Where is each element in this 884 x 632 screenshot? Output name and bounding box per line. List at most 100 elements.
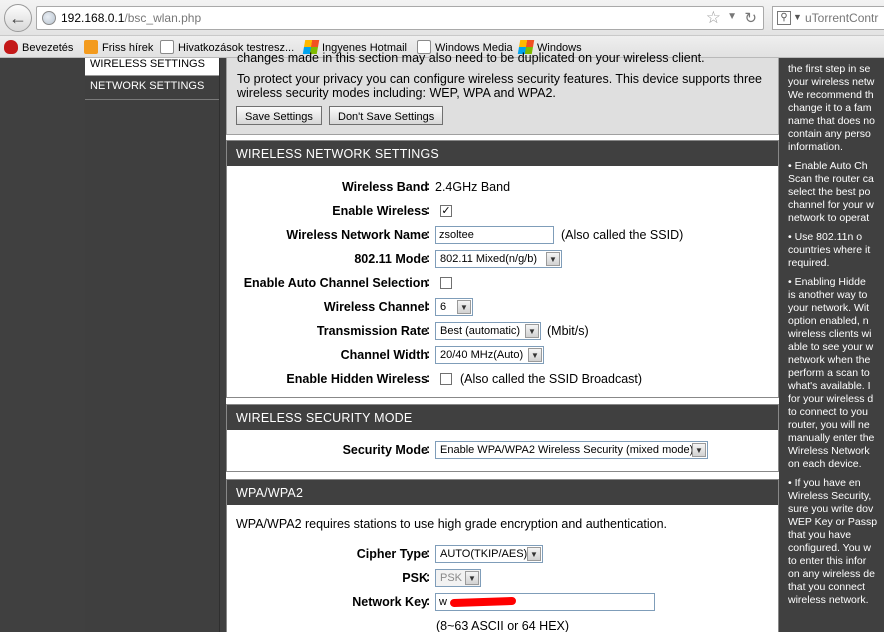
field-label: Network Key <box>352 595 428 609</box>
field-label: Channel Width <box>340 348 428 362</box>
section-title: WIRELESS NETWORK SETTINGS <box>227 141 778 166</box>
select-value: AUTO(TKIP/AES) <box>440 548 528 560</box>
bookmark-bevezetes[interactable]: Bevezetés <box>4 40 73 56</box>
field-label: Wireless Channel <box>323 300 428 314</box>
chevron-down-icon: ▼ <box>527 547 541 561</box>
main-content: changes made in this section may also ne… <box>226 51 779 632</box>
select-value: PSK <box>440 572 463 584</box>
page-icon <box>160 40 174 54</box>
psk-row: PSK : PSK ▼ <box>227 568 780 590</box>
rss-feed-icon <box>84 40 98 54</box>
field-label: Security Mode <box>342 443 428 457</box>
80211-mode-select[interactable]: 802.11 Mixed(n/g/b) ▼ <box>435 250 562 268</box>
select-value: 6 <box>440 301 447 313</box>
url-text[interactable]: 192.168.0.1/bsc_wlan.php <box>61 11 201 25</box>
channel-width-row: Channel Width : 20/40 MHz(Auto) ▼ <box>227 345 780 367</box>
back-arrow-icon[interactable]: ← <box>4 4 32 32</box>
section-title: WIRELESS SECURITY MODE <box>227 405 778 430</box>
network-key-row: Network Key : w <box>227 592 780 614</box>
auto-channel-checkbox[interactable] <box>440 277 452 289</box>
hidden-wireless-note: (Also called the SSID Broadcast) <box>460 372 643 386</box>
wireless-channel-row: Wireless Channel : 6 ▼ <box>227 297 780 319</box>
field-label: Enable Wireless <box>332 204 428 218</box>
helpful-hints-panel: the first step in se your wireless netw … <box>785 58 884 632</box>
globe-icon <box>42 11 56 25</box>
sidebar-item-wireless-settings[interactable]: WIRELESS SETTINGS <box>85 58 219 76</box>
field-label: PSK <box>402 571 428 585</box>
select-value: 20/40 MHz(Auto) <box>440 349 524 361</box>
cipher-type-row: Cipher Type : AUTO(TKIP/AES) ▼ <box>227 544 780 566</box>
field-label: Cipher Type <box>356 547 428 561</box>
hint-paragraph: • Use 802.11n o countries where it requi… <box>788 231 871 269</box>
psk-select: PSK ▼ <box>435 569 481 587</box>
select-value: Enable WPA/WPA2 Wireless Security (mixed… <box>440 444 694 456</box>
bookmark-friss-hirek[interactable]: Friss hírek <box>84 40 153 56</box>
chevron-down-icon: ▼ <box>692 443 706 457</box>
dont-save-settings-button[interactable]: Don't Save Settings <box>329 106 444 125</box>
wireless-network-name-row: Wireless Network Name : zsoltee (Also ca… <box>286 226 684 244</box>
field-label: Transmission Rate <box>316 324 428 338</box>
hint-paragraph: • If you have en Wireless Security, sure… <box>788 477 878 606</box>
bookmark-star-icon[interactable]: ☆ <box>706 8 721 28</box>
redaction-mark <box>449 596 517 608</box>
chevron-down-icon: ▼ <box>528 348 542 362</box>
field-label: Enable Hidden Wireless <box>286 372 428 386</box>
wireless-network-settings-section: WIRELESS NETWORK SETTINGS Wireless Band … <box>226 140 779 398</box>
enable-wireless-checkbox[interactable]: ✓ <box>440 205 452 217</box>
firefox-bookmark-icon <box>4 40 18 54</box>
wpa-section: WPA/WPA2 WPA/WPA2 requires stations to u… <box>226 479 779 632</box>
select-value: Best (automatic) <box>440 325 521 337</box>
transmission-rate-select[interactable]: Best (automatic) ▼ <box>435 322 541 340</box>
url-host: 192.168.0.1 <box>61 11 125 25</box>
search-engine-icon[interactable]: ⚲ <box>777 11 791 25</box>
intro-box: changes made in this section may also ne… <box>226 51 779 135</box>
url-dropdown-icon[interactable]: ▼ <box>727 11 737 22</box>
search-engine-dropdown-icon[interactable]: ▼ <box>793 12 802 22</box>
search-bar[interactable]: ⚲ ▼ uTorrentContr <box>772 6 884 30</box>
network-key-value: w <box>439 596 447 608</box>
intro-cut-text: changes made in this section may also ne… <box>237 51 705 65</box>
security-mode-row: Security Mode : Enable WPA/WPA2 Wireless… <box>227 440 780 462</box>
80211-mode-row: 802.11 Mode : 802.11 Mixed(n/g/b) ▼ <box>227 249 780 271</box>
hint-paragraph: • Enabling Hidde is another way to your … <box>788 276 875 470</box>
ssid-input[interactable]: zsoltee <box>435 226 554 244</box>
hidden-wireless-checkbox[interactable] <box>440 373 452 385</box>
chevron-down-icon: ▼ <box>525 324 539 338</box>
chevron-down-icon: ▼ <box>465 571 479 585</box>
url-path: /bsc_wlan.php <box>124 11 202 25</box>
network-key-note: (8~63 ASCII or 64 HEX) <box>436 619 570 632</box>
sidebar-menu: WIRELESS SETTINGS NETWORK SETTINGS <box>85 58 220 632</box>
sidebar-item-network-settings[interactable]: NETWORK SETTINGS <box>85 76 219 100</box>
network-key-input[interactable]: w <box>435 593 655 611</box>
cipher-type-select[interactable]: AUTO(TKIP/AES) ▼ <box>435 545 543 563</box>
wireless-band-value: 2.4GHz Band <box>435 180 511 194</box>
reload-icon[interactable]: ↻ <box>744 9 757 27</box>
wireless-band-row: Wireless Band : 2.4GHz Band <box>341 179 511 194</box>
field-label: Wireless Band <box>341 180 428 194</box>
bookmark-label: Bevezetés <box>22 42 74 54</box>
chevron-down-icon: ▼ <box>457 300 471 314</box>
channel-width-select[interactable]: 20/40 MHz(Auto) ▼ <box>435 346 544 364</box>
ssid-note: (Also called the SSID) <box>561 228 684 242</box>
section-title: WPA/WPA2 <box>227 480 778 505</box>
field-label: Enable Auto Channel Selection <box>243 276 428 290</box>
select-value: 802.11 Mixed(n/g/b) <box>440 253 538 265</box>
hint-paragraph: • Enable Auto Ch Scan the router ca sele… <box>788 160 874 224</box>
chevron-down-icon: ▼ <box>546 252 560 266</box>
hint-paragraph: the first step in se your wireless netw … <box>788 63 875 153</box>
browser-navbar: ← 192.168.0.1/bsc_wlan.php ☆ ▼ ↻ ⚲ ▼ uTo… <box>0 0 884 36</box>
enable-wireless-row: Enable Wireless : ✓ <box>332 203 452 218</box>
search-input[interactable]: uTorrentContr <box>805 11 878 25</box>
hidden-wireless-row: Enable Hidden Wireless : (Also called th… <box>286 371 643 386</box>
address-bar[interactable]: 192.168.0.1/bsc_wlan.php ☆ ▼ ↻ <box>36 6 764 30</box>
wireless-channel-select[interactable]: 6 ▼ <box>435 298 473 316</box>
wpa-description: WPA/WPA2 requires stations to use high g… <box>236 517 668 531</box>
bookmark-label: Friss hírek <box>102 42 154 54</box>
transmission-rate-row: Transmission Rate : Best (automatic) ▼ (M… <box>316 322 589 340</box>
field-label: 802.11 Mode <box>354 252 428 266</box>
wireless-security-mode-section: WIRELESS SECURITY MODE Security Mode : E… <box>226 404 779 472</box>
field-label: Wireless Network Name <box>286 228 428 242</box>
auto-channel-row: Enable Auto Channel Selection : <box>227 273 780 295</box>
security-mode-select[interactable]: Enable WPA/WPA2 Wireless Security (mixed… <box>435 441 708 459</box>
save-settings-button[interactable]: Save Settings <box>236 106 322 125</box>
